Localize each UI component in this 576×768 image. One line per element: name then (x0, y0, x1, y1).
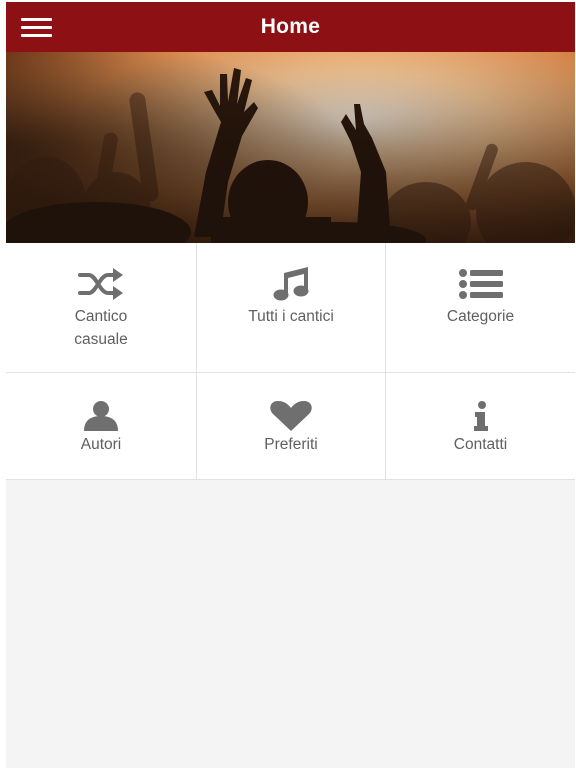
tile-categorie[interactable]: Categorie (386, 243, 575, 373)
list-icon (386, 267, 575, 301)
hamburger-menu-icon[interactable] (18, 12, 56, 42)
info-icon (386, 399, 575, 433)
tile-cantico-casuale[interactable]: Cantico casuale (6, 243, 197, 373)
app-frame: Home Cantico casuale Tutti i cantici Cat… (6, 2, 575, 768)
tile-label: Autori (80, 436, 122, 453)
tile-label: Categorie (446, 308, 515, 325)
tile-tutti-i-cantici[interactable]: Tutti i cantici (197, 243, 386, 373)
shuffle-icon (6, 267, 196, 301)
page-title: Home (260, 15, 321, 38)
hero-concert-image (6, 52, 575, 243)
tile-label: Contatti (453, 436, 508, 453)
tile-label: Tutti i cantici (248, 308, 334, 325)
tile-autori[interactable]: Autori (6, 373, 197, 480)
tile-label: Preferiti (264, 436, 318, 453)
tile-label: Cantico casuale (74, 308, 128, 348)
tile-contatti[interactable]: Contatti (386, 373, 575, 480)
user-icon (6, 399, 196, 433)
heart-icon (197, 399, 385, 433)
concert-crowd-photo (6, 52, 575, 243)
top-navigation-bar: Home (6, 2, 575, 52)
tile-preferiti[interactable]: Preferiti (197, 373, 386, 480)
music-note-icon (197, 267, 385, 301)
